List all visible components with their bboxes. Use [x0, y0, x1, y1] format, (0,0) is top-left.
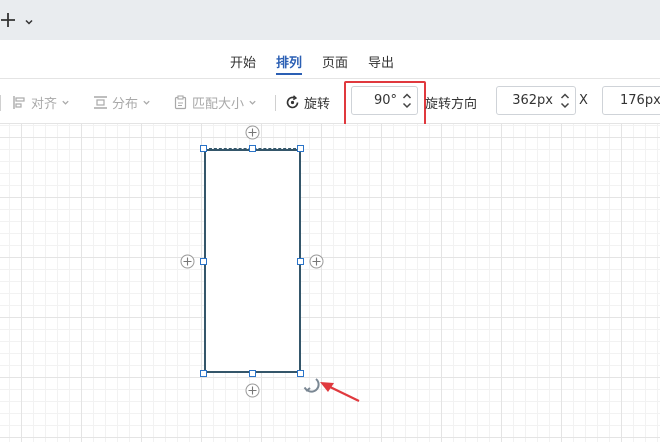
resize-handle-right[interactable]	[297, 258, 304, 265]
x-position-input[interactable]: 176px	[602, 86, 660, 115]
match-size-label: 匹配大小	[192, 96, 245, 112]
connection-point-right[interactable]	[309, 254, 324, 269]
tab-page[interactable]: 页面	[322, 52, 348, 72]
active-tab-indicator	[276, 73, 302, 75]
plus-circle-icon	[180, 254, 195, 269]
ribbon-tabs: 开始 排列 页面 导出	[0, 40, 660, 78]
resize-handle-left[interactable]	[200, 258, 207, 265]
rotation-angle-value: 90°	[373, 93, 397, 108]
connection-point-bottom[interactable]	[245, 383, 260, 398]
match-size-button[interactable]: 匹配大小	[173, 93, 257, 112]
x-position-value: 176px	[620, 93, 660, 108]
rotation-stepper[interactable]	[402, 91, 412, 111]
rotation-direction-label: 旋转方向	[425, 97, 478, 112]
tab-start[interactable]: 开始	[230, 52, 256, 72]
plus-circle-icon	[245, 383, 260, 398]
width-input[interactable]: 362px	[496, 86, 576, 115]
rectangle-shape[interactable]	[204, 149, 301, 373]
align-label: 对齐	[31, 96, 58, 112]
plus-circle-icon	[245, 125, 260, 140]
chevron-down-icon	[248, 98, 257, 107]
up-down-chevron-icon	[560, 93, 570, 109]
add-page-button[interactable]	[0, 9, 20, 31]
chevron-down-icon	[142, 98, 151, 107]
add-dropdown-button[interactable]	[24, 12, 36, 26]
resize-handle-top-left[interactable]	[200, 145, 207, 152]
resize-handle-bottom[interactable]	[249, 370, 256, 377]
tab-export[interactable]: 导出	[368, 52, 394, 72]
connection-point-top[interactable]	[245, 125, 260, 140]
drawing-canvas[interactable]	[0, 124, 660, 442]
distribute-button[interactable]: 分布	[93, 93, 151, 112]
distribute-icon	[93, 95, 108, 110]
toolbar-divider	[0, 95, 1, 111]
align-left-icon	[12, 95, 27, 110]
resize-handle-bottom-left[interactable]	[200, 370, 207, 377]
tab-arrange[interactable]: 排列	[276, 52, 302, 72]
rotate-button[interactable]: 旋转	[285, 93, 331, 112]
connection-point-left[interactable]	[180, 254, 195, 269]
width-value: 362px	[512, 93, 553, 108]
toolbar-divider	[275, 95, 276, 111]
width-stepper[interactable]	[560, 91, 570, 111]
distribute-label: 分布	[112, 96, 139, 112]
resize-handle-top[interactable]	[249, 145, 256, 152]
align-button[interactable]: 对齐	[12, 93, 70, 112]
plus-icon	[1, 13, 15, 27]
rotation-handle[interactable]	[302, 375, 320, 393]
plus-circle-icon	[309, 254, 324, 269]
rotate-label: 旋转	[304, 96, 331, 112]
rotate-icon	[285, 94, 300, 110]
chevron-down-icon	[61, 98, 70, 107]
x-position-label: X	[579, 93, 588, 108]
clipboard-icon	[173, 94, 188, 110]
rotation-angle-input[interactable]: 90°	[351, 86, 418, 115]
up-down-chevron-icon	[402, 93, 412, 109]
chevron-down-icon	[25, 19, 33, 25]
resize-handle-top-right[interactable]	[297, 145, 304, 152]
title-bar	[0, 0, 660, 40]
rotate-arrow-icon	[303, 378, 320, 393]
